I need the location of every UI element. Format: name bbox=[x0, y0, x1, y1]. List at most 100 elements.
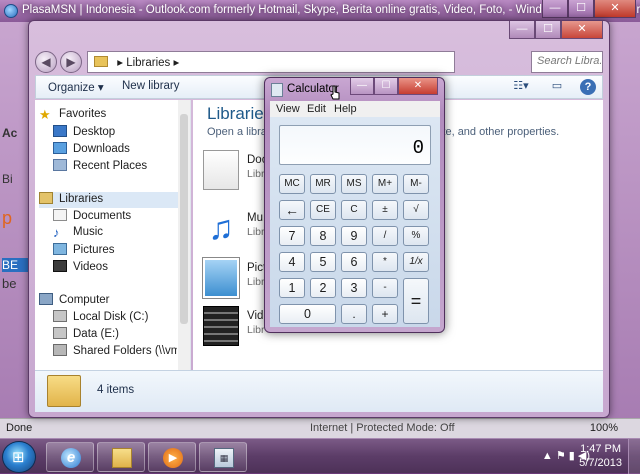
star-icon: ★ bbox=[39, 108, 51, 122]
taskbar-windows-explorer[interactable] bbox=[97, 442, 145, 472]
drive-icon bbox=[53, 310, 67, 322]
calculator-minimize-button[interactable]: — bbox=[350, 78, 374, 95]
downloads-icon bbox=[53, 142, 67, 154]
calculator-maximize-button[interactable]: ☐ bbox=[374, 78, 398, 95]
ie-status-text: Done bbox=[6, 422, 33, 434]
explorer-minimize-button[interactable]: — bbox=[509, 21, 535, 39]
address-chevron-icon[interactable]: ▸ bbox=[117, 57, 123, 69]
key-backspace[interactable]: ← bbox=[279, 200, 305, 220]
key-7[interactable]: 7 bbox=[279, 226, 305, 246]
system-clock[interactable]: 1:47 PM 5/7/2013 bbox=[579, 442, 622, 470]
nav-videos[interactable]: Videos bbox=[53, 260, 193, 276]
forward-button[interactable]: ▶ bbox=[60, 51, 82, 73]
key-5[interactable]: 5 bbox=[310, 252, 336, 272]
hand-cursor-icon bbox=[330, 85, 340, 100]
key-ms[interactable]: MS bbox=[341, 174, 367, 194]
internet-explorer-icon bbox=[4, 4, 18, 18]
calculator-close-button[interactable]: ✕ bbox=[398, 78, 438, 95]
taskbar-calculator[interactable]: ▦ bbox=[199, 442, 247, 472]
nav-shared-folders[interactable]: Shared Folders (\\vmwa bbox=[53, 344, 177, 360]
calculator-icon bbox=[271, 83, 283, 97]
key-1[interactable]: 1 bbox=[279, 278, 305, 298]
key-c[interactable]: C bbox=[341, 200, 367, 220]
key-3[interactable]: 3 bbox=[341, 278, 367, 298]
ie-zoom-level[interactable]: 100% bbox=[590, 422, 618, 434]
menu-help[interactable]: Help bbox=[334, 103, 357, 115]
documents-library-icon bbox=[203, 150, 239, 190]
key-sqrt[interactable]: √ bbox=[403, 200, 429, 220]
nav-pictures[interactable]: Pictures bbox=[53, 243, 193, 259]
pictures-icon bbox=[53, 243, 67, 255]
library-type: Libr bbox=[247, 324, 265, 336]
key-4[interactable]: 4 bbox=[279, 252, 305, 272]
calculator-window-controls: — ☐ ✕ bbox=[350, 78, 438, 95]
key-m-plus[interactable]: M+ bbox=[372, 174, 398, 194]
ie-close-button[interactable]: ✕ bbox=[594, 0, 636, 18]
show-desktop-button[interactable] bbox=[628, 439, 640, 474]
desktop-icon bbox=[53, 125, 67, 137]
key-decimal[interactable]: . bbox=[341, 304, 367, 324]
address-chevron-icon[interactable]: ▸ bbox=[174, 57, 180, 69]
taskbar-media-player[interactable]: ▶ bbox=[148, 442, 196, 472]
key-reciprocal[interactable]: 1/x bbox=[403, 252, 429, 272]
key-6[interactable]: 6 bbox=[341, 252, 367, 272]
nav-label: Local Disk (C:) bbox=[73, 311, 149, 323]
explorer-close-button[interactable]: ✕ bbox=[561, 21, 603, 39]
documents-icon bbox=[53, 209, 67, 221]
recent-places-icon bbox=[53, 159, 67, 171]
address-path[interactable]: Libraries bbox=[126, 57, 170, 69]
key-9[interactable]: 9 bbox=[341, 226, 367, 246]
key-mr[interactable]: MR bbox=[310, 174, 336, 194]
explorer-window-controls: — ☐ ✕ bbox=[509, 21, 603, 39]
address-bar[interactable]: ▸ Libraries ▸ bbox=[87, 51, 455, 73]
nav-local-disk[interactable]: Local Disk (C:) bbox=[53, 310, 193, 326]
key-subtract[interactable]: - bbox=[372, 278, 398, 298]
nav-computer[interactable]: Computer bbox=[39, 293, 179, 309]
key-percent[interactable]: % bbox=[403, 226, 429, 246]
item-count: 4 items bbox=[97, 384, 135, 396]
explorer-maximize-button[interactable]: ☐ bbox=[535, 21, 561, 39]
internet-explorer-icon: e bbox=[61, 448, 81, 468]
key-divide[interactable]: / bbox=[372, 226, 398, 246]
nav-favorites[interactable]: ★ Favorites bbox=[39, 108, 179, 124]
ie-minimize-button[interactable]: — bbox=[542, 0, 568, 18]
nav-music[interactable]: ♪ Music bbox=[53, 226, 193, 242]
key-add[interactable]: + bbox=[372, 304, 398, 324]
key-multiply[interactable]: * bbox=[372, 252, 398, 272]
clock-date: 5/7/2013 bbox=[579, 457, 622, 469]
view-icon[interactable]: ☷▾ bbox=[512, 79, 530, 95]
menu-edit[interactable]: Edit bbox=[307, 103, 326, 115]
start-button[interactable]: ⊞ bbox=[2, 441, 36, 473]
ie-maximize-button[interactable]: ☐ bbox=[568, 0, 594, 18]
ie-page-left-edge: Ac Bi p BE be bbox=[0, 22, 30, 422]
new-library-button[interactable]: New library bbox=[122, 80, 180, 92]
key-equals[interactable]: = bbox=[403, 278, 429, 324]
search-input[interactable]: Search Libra... bbox=[531, 51, 603, 73]
organize-button[interactable]: Organize ▾ bbox=[48, 80, 104, 94]
nav-label: Favorites bbox=[59, 108, 107, 120]
nav-recent-places[interactable]: Recent Places bbox=[53, 159, 193, 175]
page-fragment: BE bbox=[2, 258, 28, 272]
nav-desktop[interactable]: Desktop bbox=[53, 125, 193, 141]
menu-view[interactable]: View bbox=[276, 103, 300, 115]
key-ce[interactable]: CE bbox=[310, 200, 336, 220]
key-8[interactable]: 8 bbox=[310, 226, 336, 246]
nav-libraries[interactable]: Libraries bbox=[39, 192, 179, 208]
help-button[interactable]: ? bbox=[580, 79, 596, 95]
key-mc[interactable]: MC bbox=[279, 174, 305, 194]
computer-icon bbox=[39, 293, 53, 305]
back-button[interactable]: ◀ bbox=[35, 51, 57, 73]
calculator-display: 0 bbox=[279, 125, 431, 165]
explorer-navigation-bar: ◀ ▶ ▸ Libraries ▸ Search Libra... bbox=[35, 49, 603, 73]
scrollbar-thumb[interactable] bbox=[180, 114, 188, 324]
nav-documents[interactable]: Documents bbox=[53, 209, 193, 225]
key-plus-minus[interactable]: ± bbox=[372, 200, 398, 220]
preview-pane-icon[interactable]: ▭ bbox=[548, 79, 566, 95]
key-0[interactable]: 0 bbox=[279, 304, 336, 324]
taskbar-internet-explorer[interactable]: e bbox=[46, 442, 94, 472]
key-m-minus[interactable]: M- bbox=[403, 174, 429, 194]
nav-data-drive[interactable]: Data (E:) bbox=[53, 327, 193, 343]
key-2[interactable]: 2 bbox=[310, 278, 336, 298]
nav-downloads[interactable]: Downloads bbox=[53, 142, 193, 158]
navpane-scrollbar[interactable] bbox=[178, 100, 190, 370]
